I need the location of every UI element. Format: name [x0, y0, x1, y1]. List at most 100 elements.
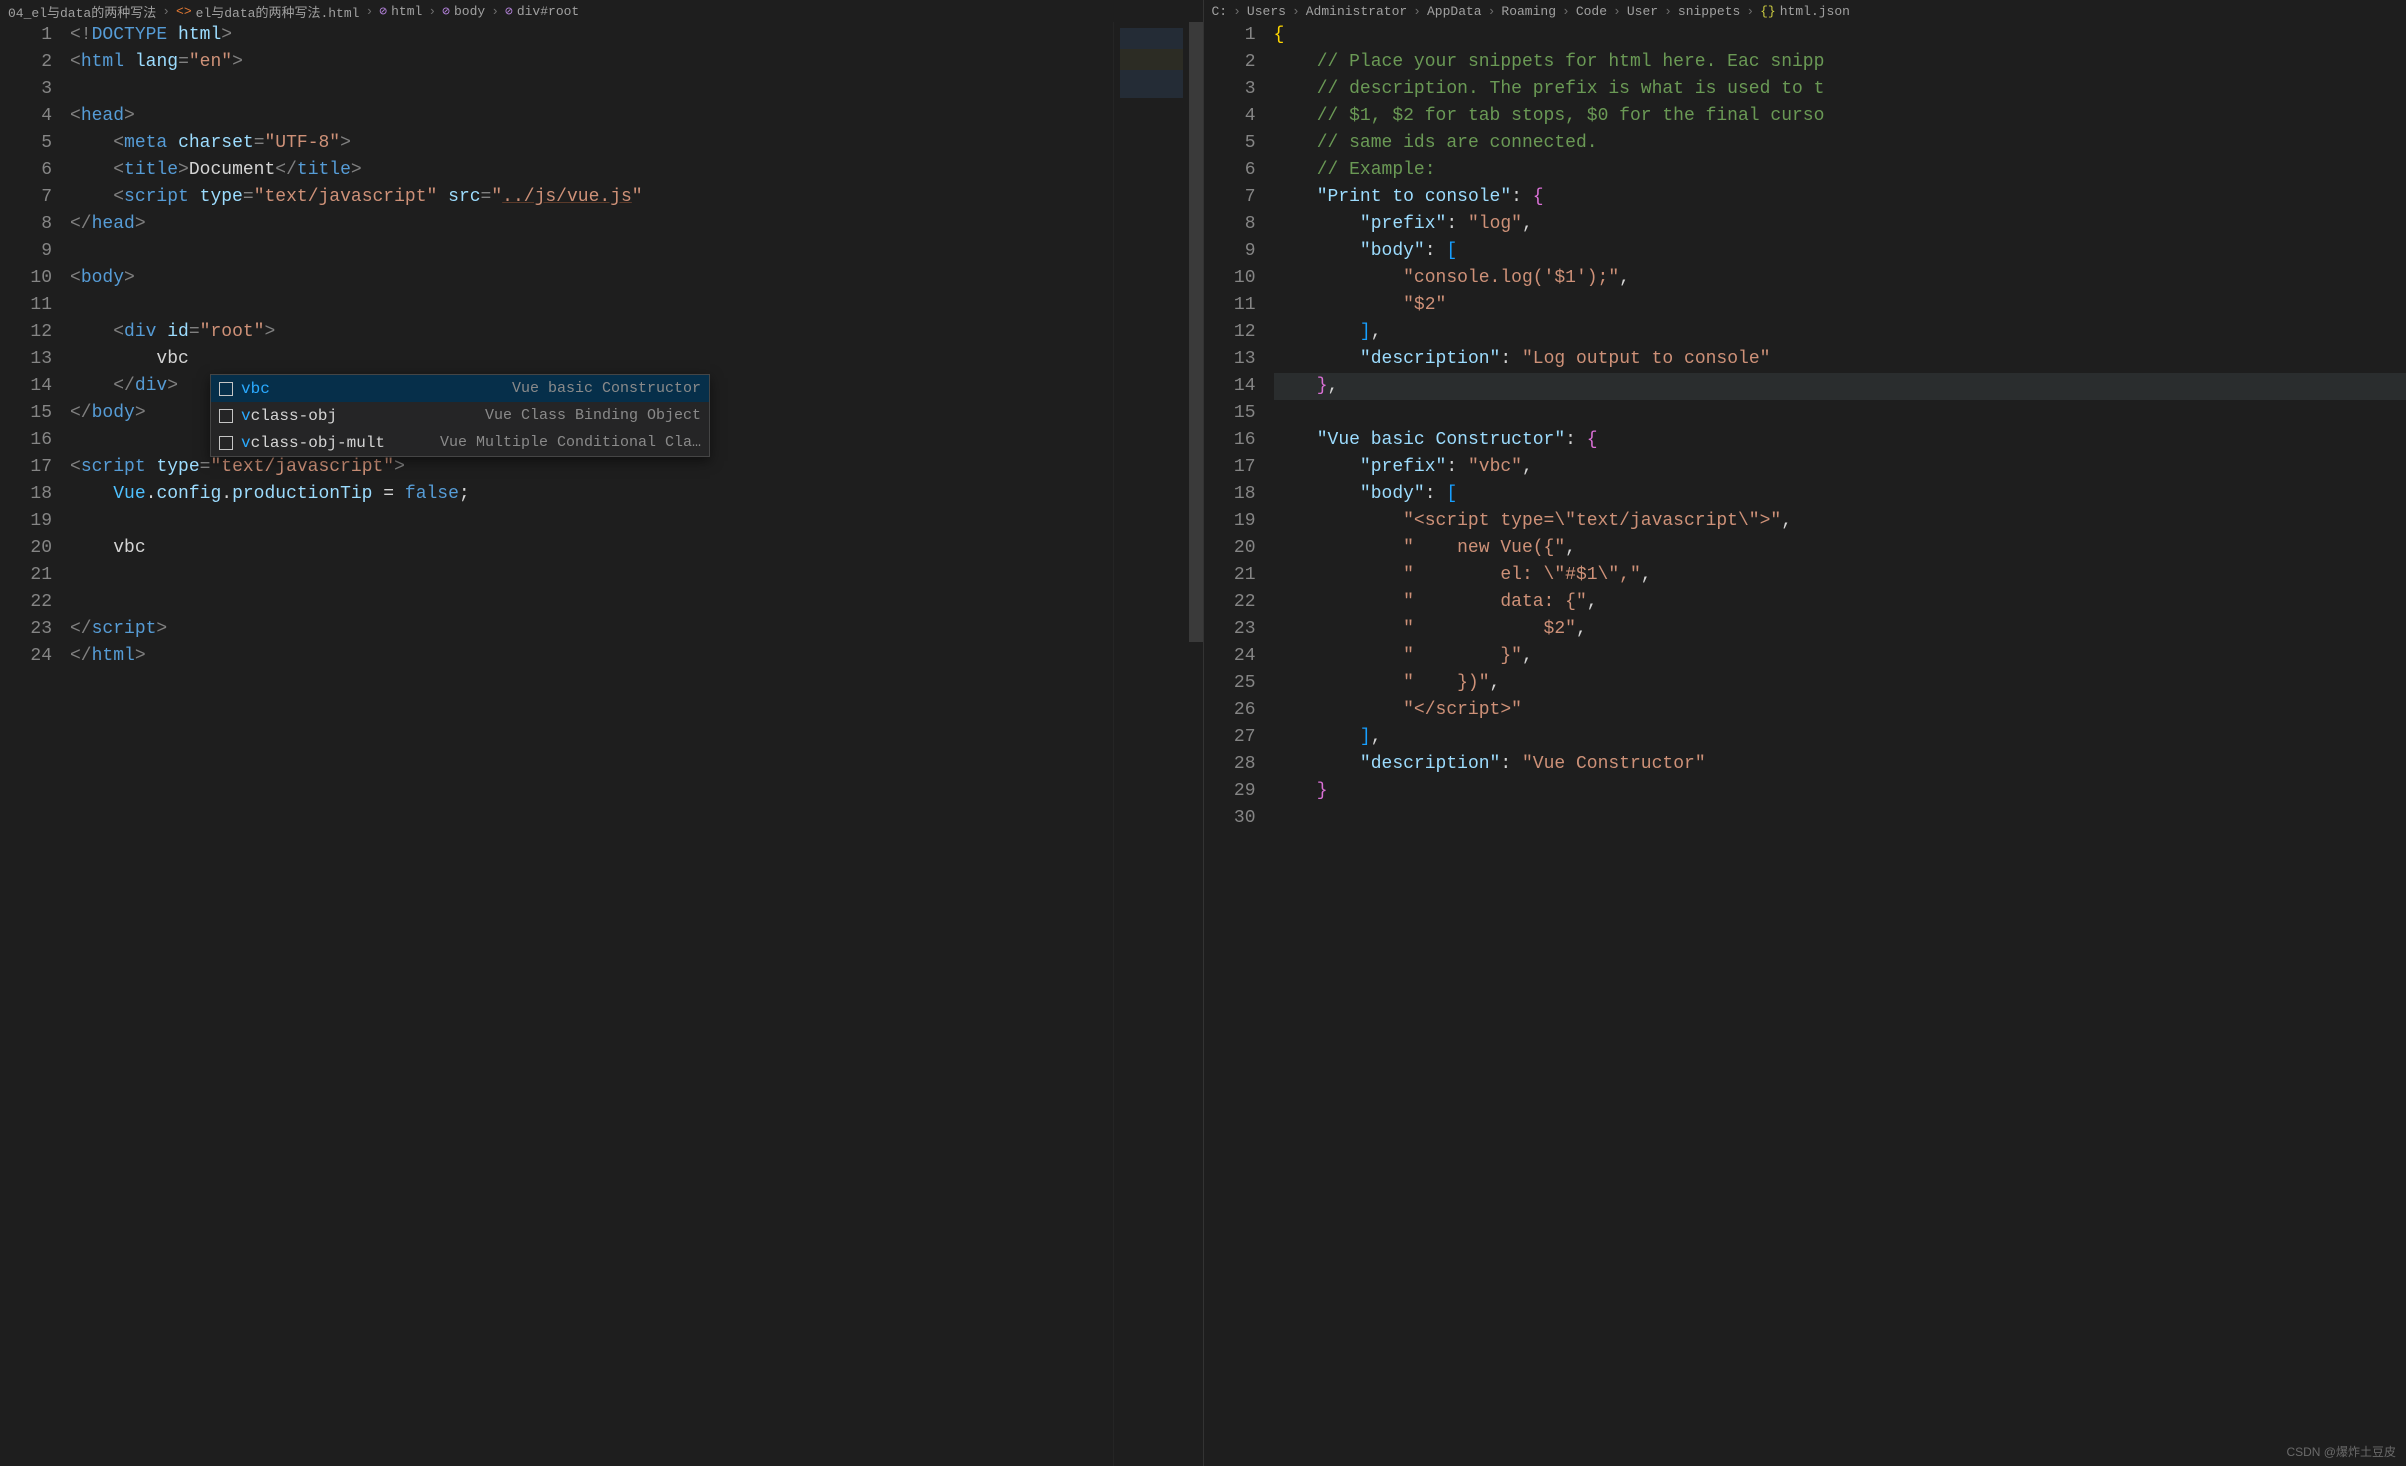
code-line[interactable]: "console.log('$1');",	[1274, 265, 2406, 292]
code-right[interactable]: { // Place your snippets for html here. …	[1274, 22, 2406, 1466]
breadcrumb-item[interactable]: User	[1627, 4, 1658, 19]
suggest-item[interactable]: vclass-obj-multVue Multiple Conditional …	[211, 429, 709, 456]
line-number: 30	[1204, 805, 1256, 832]
line-number: 17	[1204, 454, 1256, 481]
breadcrumb-item[interactable]: ⊘body	[442, 4, 485, 19]
line-number: 5	[1204, 130, 1256, 157]
split-editor: 04_el与data的两种写法›<>el与data的两种写法.html›⊘htm…	[0, 0, 2406, 1466]
editor-left[interactable]: 123456789101112131415161718192021222324 …	[0, 22, 1203, 1466]
code-line[interactable]	[1274, 805, 2406, 832]
suggest-name: vclass-obj-mult	[241, 434, 385, 452]
code-line[interactable]	[70, 76, 1203, 103]
code-line[interactable]: ],	[1274, 724, 2406, 751]
code-line[interactable]: <title>Document</title>	[70, 157, 1203, 184]
code-line[interactable]: <!DOCTYPE html>	[70, 22, 1203, 49]
breadcrumb-item[interactable]: ⊘div#root	[505, 4, 579, 19]
breadcrumb-item[interactable]: {}html.json	[1760, 4, 1850, 19]
code-line[interactable]: "<script type=\"text/javascript\">",	[1274, 508, 2406, 535]
code-line[interactable]: // $1, $2 for tab stops, $0 for the fina…	[1274, 103, 2406, 130]
code-line[interactable]	[70, 508, 1203, 535]
code-line[interactable]: <div id="root">	[70, 319, 1203, 346]
suggest-item[interactable]: vclass-objVue Class Binding Object	[211, 402, 709, 429]
suggest-desc: Vue Class Binding Object	[485, 407, 701, 424]
breadcrumbs-left[interactable]: 04_el与data的两种写法›<>el与data的两种写法.html›⊘htm…	[0, 0, 1203, 22]
code-line[interactable]: vbc	[70, 535, 1203, 562]
code-line[interactable]: " el: \"#$1\",",	[1274, 562, 2406, 589]
code-line[interactable]	[70, 292, 1203, 319]
code-line[interactable]: "prefix": "vbc",	[1274, 454, 2406, 481]
minimap-left[interactable]	[1113, 22, 1203, 1466]
code-line[interactable]: "$2"	[1274, 292, 2406, 319]
code-line[interactable]: Vue.config.productionTip = false;	[70, 481, 1203, 508]
code-line[interactable]	[70, 562, 1203, 589]
code-line[interactable]: "body": [	[1274, 481, 2406, 508]
code-line[interactable]: vbc	[70, 346, 1203, 373]
breadcrumb-item[interactable]: Users	[1247, 4, 1286, 19]
code-line[interactable]: " })",	[1274, 670, 2406, 697]
minimap-slider[interactable]	[1189, 22, 1203, 642]
code-line[interactable]: // same ids are connected.	[1274, 130, 2406, 157]
code-line[interactable]: "Print to console": {	[1274, 184, 2406, 211]
code-line[interactable]: ],	[1274, 319, 2406, 346]
code-line[interactable]: <script type="text/javascript" src="../j…	[70, 184, 1203, 211]
code-line[interactable]: " data: {",	[1274, 589, 2406, 616]
gutter-left: 123456789101112131415161718192021222324	[0, 22, 70, 1466]
code-line[interactable]: </html>	[70, 643, 1203, 670]
code-line[interactable]: <script type="text/javascript">	[70, 454, 1203, 481]
minimap-content	[1120, 28, 1183, 98]
line-number: 20	[1204, 535, 1256, 562]
line-number: 10	[1204, 265, 1256, 292]
line-number: 6	[0, 157, 52, 184]
code-line[interactable]	[70, 589, 1203, 616]
breadcrumb-item[interactable]: Administrator	[1306, 4, 1407, 19]
code-line[interactable]: " }",	[1274, 643, 2406, 670]
snippet-icon	[219, 382, 233, 396]
code-line[interactable]: <meta charset="UTF-8">	[70, 130, 1203, 157]
line-number: 3	[1204, 76, 1256, 103]
code-line[interactable]: // description. The prefix is what is us…	[1274, 76, 2406, 103]
code-line[interactable]: "Vue basic Constructor": {	[1274, 427, 2406, 454]
line-number: 15	[0, 400, 52, 427]
code-line[interactable]: <html lang="en">	[70, 49, 1203, 76]
code-line[interactable]: {	[1274, 22, 2406, 49]
code-line[interactable]: }	[1274, 778, 2406, 805]
code-line[interactable]: },	[1274, 373, 2406, 400]
code-line[interactable]: <body>	[70, 265, 1203, 292]
breadcrumb-item[interactable]: Roaming	[1501, 4, 1556, 19]
line-number: 17	[0, 454, 52, 481]
code-line[interactable]: " $2",	[1274, 616, 2406, 643]
breadcrumb-item[interactable]: ⊘html	[379, 4, 422, 19]
code-line[interactable]: </script>	[70, 616, 1203, 643]
code-line[interactable]: // Example:	[1274, 157, 2406, 184]
breadcrumb-item[interactable]: <>el与data的两种写法.html	[176, 2, 359, 21]
code-line[interactable]: "</​script>"	[1274, 697, 2406, 724]
code-line[interactable]: // Place your snippets for html here. Ea…	[1274, 49, 2406, 76]
code-left[interactable]: <!DOCTYPE html><html lang="en"> <head> <m…	[70, 22, 1203, 1466]
intellisense-popup[interactable]: vbcVue basic Constructorvclass-objVue Cl…	[210, 374, 710, 457]
breadcrumbs-right[interactable]: C:›Users›Administrator›AppData›Roaming›C…	[1204, 0, 2406, 22]
code-line[interactable]: "prefix": "log",	[1274, 211, 2406, 238]
snippet-icon	[219, 409, 233, 423]
line-number: 27	[1204, 724, 1256, 751]
breadcrumb-item[interactable]: snippets	[1678, 4, 1740, 19]
breadcrumb-item[interactable]: Code	[1576, 4, 1607, 19]
breadcrumb-item[interactable]: C:	[1212, 4, 1228, 19]
code-line[interactable]: <head>	[70, 103, 1203, 130]
line-number: 13	[1204, 346, 1256, 373]
editor-right[interactable]: 1234567891011121314151617181920212223242…	[1204, 22, 2406, 1466]
code-line[interactable]: "description": "Vue Constructor"	[1274, 751, 2406, 778]
suggest-item[interactable]: vbcVue basic Constructor	[211, 375, 709, 402]
breadcrumb-item[interactable]: 04_el与data的两种写法	[8, 2, 156, 21]
code-line[interactable]: </head>	[70, 211, 1203, 238]
code-line[interactable]: "body": [	[1274, 238, 2406, 265]
code-line[interactable]	[1274, 400, 2406, 427]
breadcrumb-item[interactable]: AppData	[1427, 4, 1482, 19]
line-number: 9	[0, 238, 52, 265]
line-number: 8	[0, 211, 52, 238]
line-number: 7	[0, 184, 52, 211]
code-line[interactable]: " new Vue({",	[1274, 535, 2406, 562]
suggest-desc: Vue basic Constructor	[512, 380, 701, 397]
code-line[interactable]: "description": "Log output to console"	[1274, 346, 2406, 373]
code-line[interactable]	[70, 238, 1203, 265]
line-number: 22	[0, 589, 52, 616]
